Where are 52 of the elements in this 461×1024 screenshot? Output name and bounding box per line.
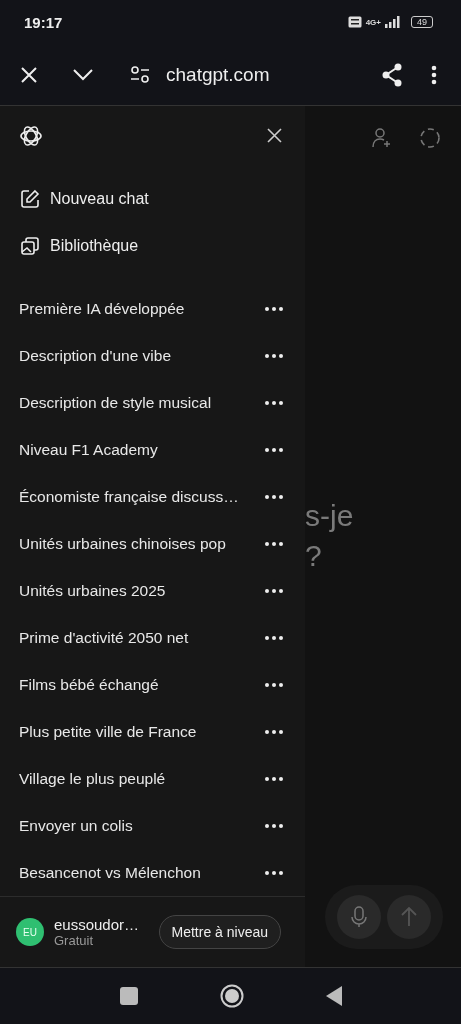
more-icon[interactable]	[265, 729, 283, 734]
chat-title[interactable]: Envoyer un colis	[19, 816, 133, 835]
chat-title[interactable]: Plus petite ville de France	[19, 722, 197, 741]
clock-time: 19:17	[24, 13, 63, 31]
more-icon[interactable]	[265, 776, 283, 781]
chat-title[interactable]: Besancenot vs Mélenchon	[19, 863, 201, 882]
images-icon	[20, 235, 40, 256]
heading-text: s-je	[305, 498, 354, 534]
more-icon[interactable]	[265, 588, 283, 593]
sidebar-item[interactable]: Nouveau chat	[0, 175, 305, 222]
site-settings-icon[interactable]	[130, 65, 150, 84]
more-icon[interactable]	[265, 494, 283, 499]
more-icon[interactable]	[265, 541, 283, 546]
more-icon[interactable]	[265, 682, 283, 687]
recents-icon[interactable]	[119, 987, 138, 1005]
chat-title[interactable]: Description de style musical	[19, 393, 212, 412]
more-icon[interactable]	[265, 870, 283, 875]
more-icon[interactable]	[431, 64, 437, 85]
dashed-circle-icon[interactable]	[419, 127, 441, 149]
edit-icon	[20, 188, 40, 209]
microphone-icon[interactable]	[337, 895, 381, 939]
more-icon[interactable]	[265, 447, 283, 452]
back-icon[interactable]	[325, 986, 342, 1006]
more-icon[interactable]	[265, 306, 283, 311]
more-icon[interactable]	[265, 823, 283, 828]
more-icon[interactable]	[265, 635, 283, 640]
logo-icon	[19, 123, 43, 148]
chat-title[interactable]: Prime d'activité 2050 net	[19, 628, 189, 647]
chat-title[interactable]: Description d'une vibe	[19, 346, 172, 365]
close-icon[interactable]	[267, 128, 282, 143]
share-icon[interactable]	[381, 62, 403, 87]
url-text[interactable]: chatgpt.com	[166, 63, 381, 86]
home-icon[interactable]	[219, 984, 244, 1008]
chat-title[interactable]: Première IA développée	[19, 299, 185, 318]
plan-label: Gratuit	[54, 933, 94, 948]
user-name: eussoudor…	[54, 916, 141, 933]
chat-title[interactable]: Unités urbaines chinoises pop	[19, 534, 226, 553]
add-person-icon[interactable]	[371, 127, 393, 149]
signal-icon	[385, 16, 401, 28]
battery-level: 49	[411, 16, 433, 28]
chat-title[interactable]: Village le plus peuplé	[19, 769, 166, 788]
more-icon[interactable]	[265, 400, 283, 405]
chevron-down-icon[interactable]	[72, 67, 94, 82]
network-label: 4G+	[365, 17, 381, 27]
chat-title[interactable]: Économiste française discuss…	[19, 487, 239, 506]
upgrade-button[interactable]: Mettre à niveau	[158, 915, 281, 949]
sidebar-item[interactable]: Bibliothèque	[0, 222, 305, 269]
heading-text: ?	[305, 538, 322, 574]
chat-title[interactable]: Niveau F1 Academy	[19, 440, 158, 459]
chat-title[interactable]: Unités urbaines 2025	[19, 581, 166, 600]
more-icon[interactable]	[265, 353, 283, 358]
chat-title[interactable]: Films bébé échangé	[19, 675, 159, 694]
